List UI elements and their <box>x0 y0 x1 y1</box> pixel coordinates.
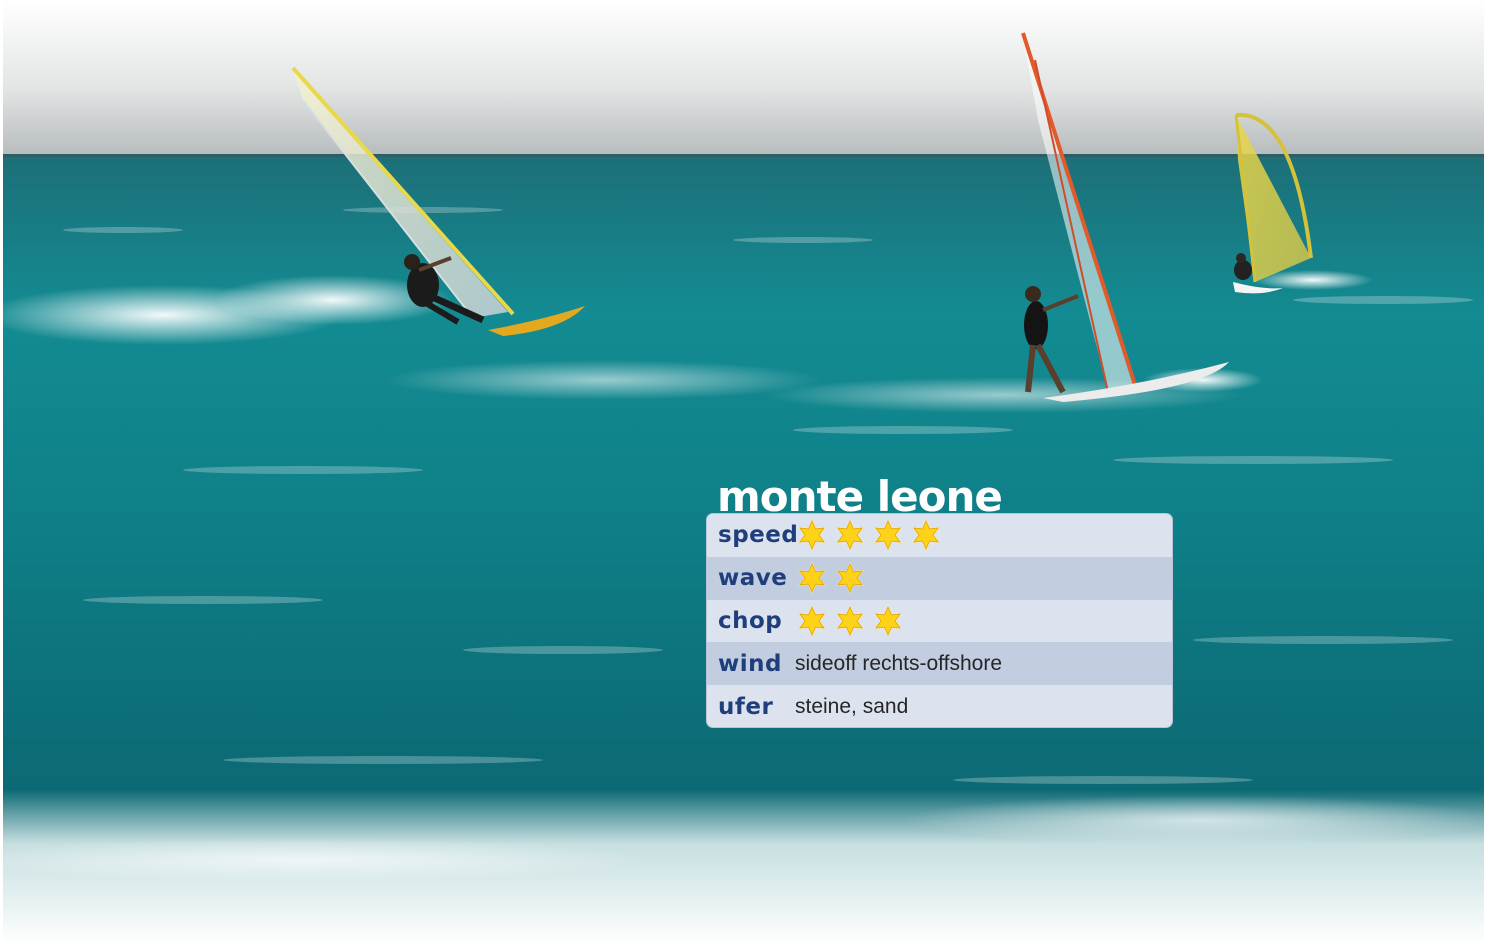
detail-value: steine, sand <box>795 694 909 718</box>
star-icon <box>836 519 864 552</box>
star-icon <box>912 519 940 552</box>
star-icon <box>874 519 902 552</box>
star-rating <box>795 561 867 595</box>
detail-row-ufer: ufer steine, sand <box>707 685 1172 727</box>
detail-value: sideoff rechts-offshore <box>795 651 1003 675</box>
star-icon <box>874 604 902 637</box>
star-rating <box>795 604 905 638</box>
detail-label: ufer <box>718 693 774 720</box>
star-icon <box>798 604 826 637</box>
detail-label: wind <box>718 650 782 677</box>
rating-row-speed: speed <box>707 514 1172 557</box>
detail-row-wind: wind sideoff rechts-offshore <box>707 642 1172 686</box>
star-icon <box>836 604 864 637</box>
star-icon <box>836 562 864 595</box>
rating-row-wave: wave <box>707 556 1172 600</box>
rating-row-chop: chop <box>707 600 1172 643</box>
spot-info-table: speed wave chop wind sideoff rechts-offs… <box>706 513 1173 728</box>
star-icon <box>798 562 826 595</box>
star-icon <box>798 519 826 552</box>
rating-label: chop <box>718 607 783 634</box>
rating-label: speed <box>718 522 799 549</box>
star-rating <box>795 518 943 552</box>
rating-label: wave <box>718 565 788 592</box>
